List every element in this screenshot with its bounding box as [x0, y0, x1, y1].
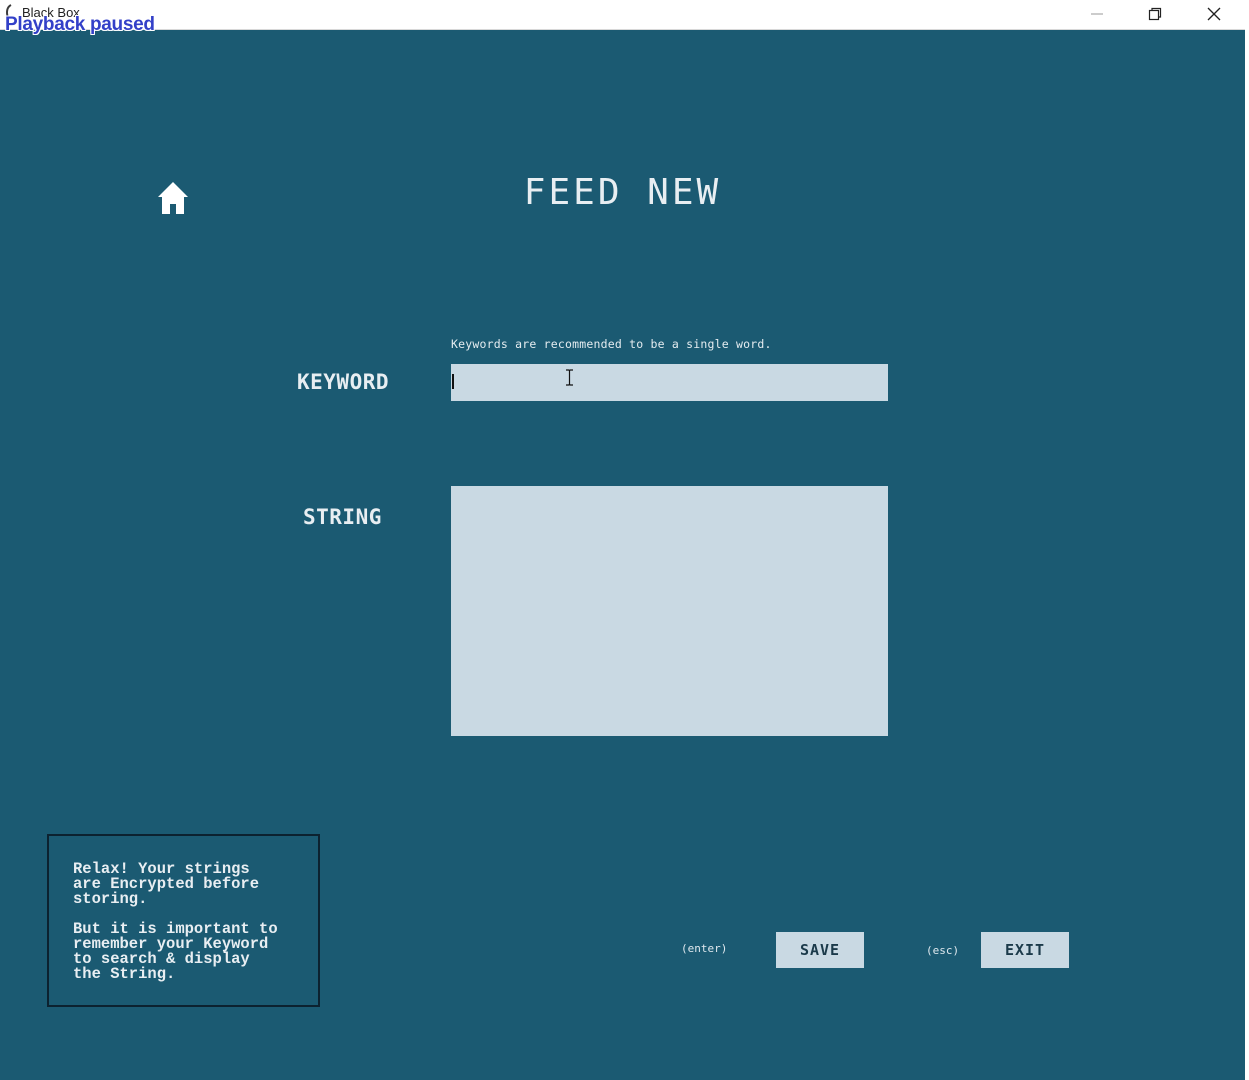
page-title: FEED NEW [523, 172, 722, 213]
text-caret [452, 374, 454, 389]
keyword-input[interactable] [451, 364, 888, 401]
app-window: Black Box Playback paused FEED NEW Keywo… [0, 0, 1249, 1080]
keyword-label: KEYWORD [297, 370, 390, 394]
info-text-reminder: But it is important to remember your Key… [73, 920, 278, 983]
minimize-icon [1091, 13, 1103, 15]
close-button[interactable] [1185, 0, 1243, 29]
info-text-encryption: Relax! Your strings are Encrypted before… [73, 860, 260, 908]
playback-paused-overlay: Playback paused [5, 14, 155, 35]
exit-button[interactable]: EXIT [981, 932, 1069, 968]
exit-shortcut-hint: (esc) [926, 944, 960, 957]
restore-button[interactable] [1126, 0, 1184, 29]
title-bar: Black Box Playback paused [0, 0, 1249, 35]
info-box: Relax! Your strings are Encrypted before… [47, 834, 320, 1007]
save-button[interactable]: SAVE [776, 932, 864, 968]
keyword-hint: Keywords are recommended to be a single … [451, 337, 772, 351]
window-edge [1245, 29, 1249, 1080]
save-shortcut-hint: (enter) [681, 942, 728, 955]
minimize-button[interactable] [1068, 0, 1126, 29]
ibeam-cursor-icon [566, 369, 573, 386]
close-icon [1207, 7, 1221, 21]
restore-icon [1148, 7, 1162, 21]
string-label: STRING [303, 505, 382, 529]
string-input[interactable] [451, 486, 888, 736]
